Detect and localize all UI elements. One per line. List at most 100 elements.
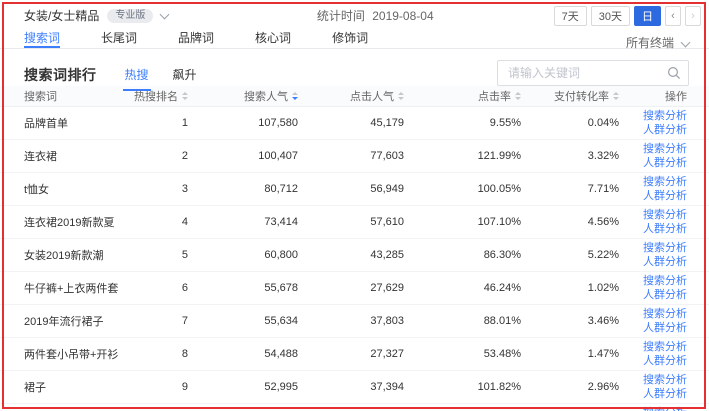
pay-conversion-cell: 3.46% [521, 315, 619, 327]
search-analysis-link[interactable]: 搜索分析 [643, 175, 687, 189]
click-popularity-cell: 27,629 [298, 282, 404, 294]
search-analysis-link[interactable]: 搜索分析 [643, 241, 687, 255]
actions-cell: 搜索分析 人群分析 [619, 208, 687, 236]
actions-cell: 搜索分析 人群分析 [619, 307, 687, 335]
keyword-search-input[interactable] [497, 60, 689, 86]
click-popularity-cell: 27,327 [298, 348, 404, 360]
actions-cell: 搜索分析 人群分析 [619, 406, 687, 411]
col-search-popularity: 搜索人气 [188, 88, 298, 104]
search-popularity-cell: 73,414 [188, 216, 298, 228]
pay-conversion-cell: 0.04% [521, 117, 619, 129]
click-popularity-cell: 45,179 [298, 117, 404, 129]
table-row: 品牌首单 1 107,580 45,179 9.55% 0.04% 搜索分析 人… [0, 107, 709, 140]
pro-version-badge: 专业版 [107, 9, 153, 23]
actions-cell: 搜索分析 人群分析 [619, 274, 687, 302]
search-popularity-cell: 100,407 [188, 150, 298, 162]
search-analysis-link[interactable]: 搜索分析 [643, 406, 687, 411]
keyword-search [497, 60, 689, 86]
search-popularity-cell: 52,995 [188, 381, 298, 393]
table-row: 两件套小吊带+开衫 8 54,488 27,327 53.48% 1.47% 搜… [0, 338, 709, 371]
keyword-cell: 连衣裙 [24, 148, 136, 164]
terminal-filter-label: 所有终端 [626, 34, 674, 51]
actions-cell: 搜索分析 人群分析 [619, 241, 687, 269]
col-click-popularity: 点击人气 [298, 88, 404, 104]
crowd-analysis-link[interactable]: 人群分析 [643, 189, 687, 203]
table-row: 牛仔裤+上衣两件套 6 55,678 27,629 46.24% 1.02% 搜… [0, 272, 709, 305]
pay-conversion-cell: 7.71% [521, 183, 619, 195]
click-rate-cell: 101.82% [404, 381, 521, 393]
tab-search-words[interactable]: 搜索词 [24, 29, 60, 48]
dashboard-page: 女装/女士精品 专业版 统计时间 2019-08-04 7天 30天 日 ‹ ›… [0, 0, 709, 411]
next-day-button[interactable]: › [685, 6, 701, 26]
click-rate-cell: 9.55% [404, 117, 521, 129]
pay-conversion-cell: 1.02% [521, 282, 619, 294]
table-body: 品牌首单 1 107,580 45,179 9.55% 0.04% 搜索分析 人… [0, 107, 709, 411]
table-row: 女装2019新款潮 5 60,800 43,285 86.30% 5.22% 搜… [0, 239, 709, 272]
chevron-down-icon[interactable] [160, 9, 170, 19]
crowd-analysis-link[interactable]: 人群分析 [643, 321, 687, 335]
section-title: 搜索词排行 [24, 65, 97, 85]
actions-cell: 搜索分析 人群分析 [619, 175, 687, 203]
search-analysis-link[interactable]: 搜索分析 [643, 208, 687, 222]
keyword-cell: 品牌首单 [24, 115, 136, 131]
pay-conversion-cell: 4.56% [521, 216, 619, 228]
search-analysis-link[interactable]: 搜索分析 [643, 109, 687, 123]
top-bar: 女装/女士精品 专业版 统计时间 2019-08-04 7天 30天 日 ‹ › [0, 0, 709, 29]
search-popularity-cell: 107,580 [188, 117, 298, 129]
range-30d-button[interactable]: 30天 [591, 6, 630, 26]
click-popularity-cell: 56,949 [298, 183, 404, 195]
click-rate-cell: 46.24% [404, 282, 521, 294]
crowd-analysis-link[interactable]: 人群分析 [643, 123, 687, 137]
click-popularity-cell: 37,803 [298, 315, 404, 327]
pay-conversion-cell: 2.96% [521, 381, 619, 393]
col-pay-conversion: 支付转化率 [521, 88, 619, 104]
tab-modifier-words[interactable]: 修饰词 [332, 29, 368, 48]
prev-day-button[interactable]: ‹ [665, 6, 681, 26]
search-icon[interactable] [667, 66, 681, 80]
tab-core-words[interactable]: 核心词 [255, 29, 291, 48]
nav-tabs-bar: 搜索词 长尾词 品牌词 核心词 修饰词 所有终端 [0, 29, 709, 49]
crowd-analysis-link[interactable]: 人群分析 [643, 156, 687, 170]
search-popularity-cell: 55,678 [188, 282, 298, 294]
rank-cell: 5 [136, 249, 188, 261]
keyword-cell: 两件套小吊带+开衫 [24, 346, 136, 362]
rank-cell: 4 [136, 216, 188, 228]
pay-conversion-cell: 1.47% [521, 348, 619, 360]
date-controls: 统计时间 2019-08-04 7天 30天 日 ‹ › [317, 6, 701, 26]
col-actions: 操作 [619, 88, 687, 104]
pay-conversion-cell: 5.22% [521, 249, 619, 261]
category-name: 女装/女士精品 [24, 7, 99, 24]
table-row: 2019年流行裙子 7 55,634 37,803 88.01% 3.46% 搜… [0, 305, 709, 338]
click-popularity-cell: 77,603 [298, 150, 404, 162]
search-analysis-link[interactable]: 搜索分析 [643, 373, 687, 387]
search-analysis-link[interactable]: 搜索分析 [643, 307, 687, 321]
tab-longtail-words[interactable]: 长尾词 [101, 29, 137, 48]
keyword-cell: 牛仔裤+上衣两件套 [24, 280, 136, 296]
rank-cell: 6 [136, 282, 188, 294]
table-row: 半身裙 10 51,402 33,118 92.45% 2.53% 搜索分析 人… [0, 404, 709, 411]
range-day-button[interactable]: 日 [634, 6, 661, 26]
search-analysis-link[interactable]: 搜索分析 [643, 340, 687, 354]
actions-cell: 搜索分析 人群分析 [619, 109, 687, 137]
rank-cell: 9 [136, 381, 188, 393]
crowd-analysis-link[interactable]: 人群分析 [643, 288, 687, 302]
rank-cell: 7 [136, 315, 188, 327]
range-7d-button[interactable]: 7天 [554, 6, 587, 26]
subtab-rising[interactable]: 飙升 [171, 64, 199, 91]
pay-conversion-cell: 3.32% [521, 150, 619, 162]
search-analysis-link[interactable]: 搜索分析 [643, 274, 687, 288]
search-popularity-cell: 60,800 [188, 249, 298, 261]
crowd-analysis-link[interactable]: 人群分析 [643, 222, 687, 236]
crowd-analysis-link[interactable]: 人群分析 [643, 387, 687, 401]
crowd-analysis-link[interactable]: 人群分析 [643, 255, 687, 269]
search-analysis-link[interactable]: 搜索分析 [643, 142, 687, 156]
col-click-rate: 点击率 [404, 88, 521, 104]
terminal-filter-dropdown[interactable]: 所有终端 [626, 29, 689, 48]
click-rate-cell: 107.10% [404, 216, 521, 228]
crowd-analysis-link[interactable]: 人群分析 [643, 354, 687, 368]
subtab-hot-search[interactable]: 热搜 [123, 64, 151, 91]
tab-brand-words[interactable]: 品牌词 [178, 29, 214, 48]
click-popularity-cell: 37,394 [298, 381, 404, 393]
click-popularity-cell: 57,610 [298, 216, 404, 228]
table-row: 裙子 9 52,995 37,394 101.82% 2.96% 搜索分析 人群… [0, 371, 709, 404]
